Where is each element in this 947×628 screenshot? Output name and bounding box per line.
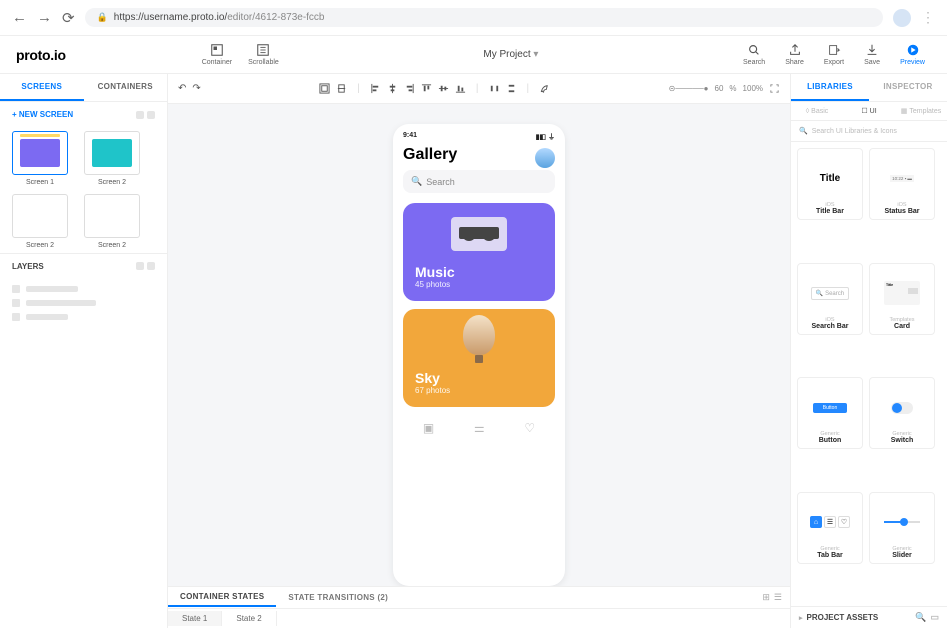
tab-screens[interactable]: SCREENS xyxy=(0,74,84,101)
lock-icon: 🔒 xyxy=(97,12,108,23)
distribute-v-icon[interactable] xyxy=(506,83,517,94)
canvas-panel: ↶ ↷ | | | xyxy=(168,74,791,628)
tab-containers[interactable]: CONTAINERS xyxy=(84,74,168,101)
upload-icon[interactable]: ▭ xyxy=(930,612,939,623)
phone-search-field[interactable]: 🔍 Search xyxy=(403,170,555,193)
list-view-icon[interactable]: ☰ xyxy=(774,592,782,603)
canvas[interactable]: 9:41▮◧ ⏚ Gallery 🔍 Search Music 45 photo… xyxy=(168,104,790,586)
align-icon[interactable] xyxy=(336,83,347,94)
chevron-right-icon: ▸ xyxy=(799,614,803,622)
align-bottom-icon[interactable] xyxy=(455,83,466,94)
back-icon[interactable]: ← xyxy=(12,9,27,26)
layers-header[interactable]: LAYERS xyxy=(0,253,167,279)
distribute-h-icon[interactable] xyxy=(489,83,500,94)
screen-title: Gallery xyxy=(403,146,555,164)
phone-status-bar: 9:41▮◧ ⏚ xyxy=(403,132,555,142)
tab-inspector[interactable]: INSPECTOR xyxy=(869,74,947,101)
component-switch[interactable]: GenericSwitch xyxy=(869,377,935,449)
canvas-toolbar: ↶ ↷ | | | xyxy=(168,74,790,104)
forward-icon[interactable]: → xyxy=(37,9,52,26)
new-screen-button[interactable]: + NEW SCREEN xyxy=(0,102,167,127)
paint-icon[interactable] xyxy=(539,83,550,94)
zoom-value: 60 xyxy=(715,84,724,93)
align-right-icon[interactable] xyxy=(404,83,415,94)
subtab-basic[interactable]: ◊Basic xyxy=(791,102,843,120)
grid-view-icon[interactable]: ⊞ xyxy=(762,592,770,603)
component-tab-bar[interactable]: ⌂☰♡GenericTab Bar xyxy=(797,492,863,564)
align-center-h-icon[interactable] xyxy=(387,83,398,94)
save-button[interactable]: Save xyxy=(858,43,886,66)
fullscreen-icon[interactable] xyxy=(769,83,780,94)
signal-icon: ▮◧ ⏚ xyxy=(536,132,555,142)
heart-icon[interactable]: ♡ xyxy=(524,421,535,435)
app-topbar: proto.io Container Scrollable My Project… xyxy=(0,36,947,74)
state-tab[interactable]: State 2 xyxy=(222,611,276,626)
search-icon: 🔍 xyxy=(799,127,808,135)
gallery-card-music[interactable]: Music 45 photos xyxy=(403,203,555,301)
library-search[interactable]: 🔍 Search UI Libraries & Icons xyxy=(791,121,947,142)
align-left-icon[interactable] xyxy=(370,83,381,94)
component-button[interactable]: ButtonGenericButton xyxy=(797,377,863,449)
folder-icon[interactable]: ▣ xyxy=(423,421,434,435)
preview-button[interactable]: Preview xyxy=(894,43,931,66)
project-title[interactable]: My Project ▾ xyxy=(285,49,737,60)
group-icon[interactable] xyxy=(319,83,330,94)
subtab-ui[interactable]: ☐UI xyxy=(843,102,895,120)
profile-avatar[interactable] xyxy=(893,9,911,27)
component-card[interactable]: TitleTemplatesCard xyxy=(869,263,935,335)
balloon-icon xyxy=(463,315,495,355)
container-tool[interactable]: Container xyxy=(196,43,238,66)
scrollable-tool[interactable]: Scrollable xyxy=(242,43,285,66)
project-assets-header[interactable]: ▸ PROJECT ASSETS 🔍 ▭ xyxy=(791,606,947,628)
component-search-bar[interactable]: 🔍 SearchiOSSearch Bar xyxy=(797,263,863,335)
zoom-100-button[interactable]: 100% xyxy=(743,84,763,93)
user-avatar[interactable] xyxy=(535,148,555,168)
logo: proto.io xyxy=(16,47,66,63)
gallery-card-sky[interactable]: Sky 67 photos xyxy=(403,309,555,407)
sliders-icon[interactable]: ⚌ xyxy=(474,421,485,435)
layers-list xyxy=(0,279,167,327)
align-top-icon[interactable] xyxy=(421,83,432,94)
more-icon[interactable]: ⋮ xyxy=(921,9,935,26)
search-icon[interactable]: 🔍 xyxy=(915,612,926,623)
component-status-bar[interactable]: 10:22 ▪ ▬iOSStatus Bar xyxy=(869,148,935,220)
component-slider[interactable]: GenericSlider xyxy=(869,492,935,564)
undo-icon[interactable]: ↶ xyxy=(178,83,186,94)
export-button[interactable]: Export xyxy=(818,43,850,66)
browser-chrome: ← → ⟳ 🔒 https://username.proto.io/editor… xyxy=(0,0,947,36)
redo-icon[interactable]: ↷ xyxy=(192,83,200,94)
screen-thumb[interactable]: Screen 2 xyxy=(80,131,144,186)
search-icon: 🔍 xyxy=(411,176,422,187)
align-middle-icon[interactable] xyxy=(438,83,449,94)
state-tab[interactable]: State 1 xyxy=(168,611,222,626)
tab-container-states[interactable]: CONTAINER STATES xyxy=(168,588,276,607)
left-panel: SCREENS CONTAINERS + NEW SCREEN Screen 1… xyxy=(0,74,168,628)
url-bar[interactable]: 🔒 https://username.proto.io/editor/4612-… xyxy=(85,8,883,27)
cassette-icon xyxy=(451,217,507,251)
zoom-slider[interactable]: ⊝─────● xyxy=(669,84,709,93)
screen-thumb[interactable]: Screen 1 xyxy=(8,131,72,186)
share-button[interactable]: Share xyxy=(779,43,810,66)
tab-libraries[interactable]: LIBRARIES xyxy=(791,74,869,101)
phone-mockup[interactable]: 9:41▮◧ ⏚ Gallery 🔍 Search Music 45 photo… xyxy=(393,124,565,586)
phone-tab-bar[interactable]: ▣ ⚌ ♡ xyxy=(403,415,555,435)
screen-thumb[interactable]: Screen 2 xyxy=(80,194,144,249)
screen-thumb[interactable]: Screen 2 xyxy=(8,194,72,249)
component-title-bar[interactable]: TitleiOSTitle Bar xyxy=(797,148,863,220)
tab-state-transitions[interactable]: STATE TRANSITIONS (2) xyxy=(276,589,400,606)
chevron-down-icon: ▾ xyxy=(533,49,538,60)
subtab-templates[interactable]: ▦Templates xyxy=(895,102,947,120)
right-panel: LIBRARIES INSPECTOR ◊Basic ☐UI ▦Template… xyxy=(791,74,947,628)
reload-icon[interactable]: ⟳ xyxy=(62,9,75,27)
search-button[interactable]: Search xyxy=(737,43,771,66)
